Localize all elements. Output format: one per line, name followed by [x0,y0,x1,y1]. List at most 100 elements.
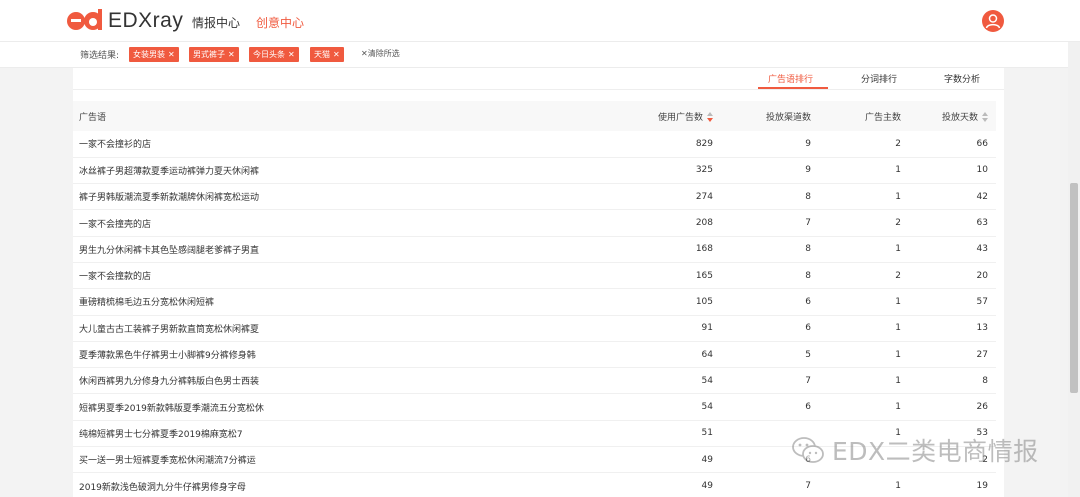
metric-cell: 57 [976,296,988,307]
column-header-sortable[interactable]: 使用广告数 [633,101,721,131]
metric-cell: 8 [982,375,988,386]
metric-cell: 1 [895,402,901,413]
scrollbar-thumb[interactable] [1070,183,1078,393]
metric-cell: 54 [701,375,713,386]
metric-cell: 105 [695,296,713,307]
metric-cell: 54 [701,402,713,413]
metric-cell: 9 [805,138,811,149]
metric-cell: 10 [976,165,988,176]
slogan-cell: 买一送一男士短裤夏季宽松休闲潮流7分裤运 [79,456,256,467]
metric-cell: 208 [695,218,713,229]
table-row[interactable]: 2019新款浅色破洞九分牛仔裤男修身字母 49 7 1 19 [73,473,996,497]
metric-cell: 1 [895,481,901,491]
metric-cell: 91 [701,323,713,334]
nav-creative-center[interactable]: 创意中心 [256,14,304,31]
column-header: 投放渠道数 [765,112,811,123]
metric-cell: 1 [895,375,901,386]
tab-char-count[interactable]: 字数分析 [944,72,980,85]
metric-cell: 165 [695,270,713,281]
slogan-cell: 一家不会撞壳的店 [79,219,152,230]
metric-cell: 19 [976,481,988,491]
table-row[interactable]: 大儿童古古工装裤子男新款直筒宽松休闲裤夏 91 6 1 13 [73,315,996,342]
metric-cell: 2 [895,270,901,281]
metric-cell: 64 [701,349,713,360]
slogan-cell: 2019新款浅色破洞九分牛仔裤男修身字母 [79,482,246,493]
watermark-text: EDX二类电商情报 [832,437,1039,466]
metric-cell: 168 [695,244,713,255]
metric-cell: 1 [895,296,901,307]
metric-cell: 8 [805,244,811,255]
table-row[interactable]: 一家不会撞款的店 165 8 2 20 [73,262,996,289]
slogan-cell: 重磅精梳棉毛边五分宽松休闲短裤 [79,298,215,309]
user-icon [985,14,1001,29]
close-icon: ✕ [361,49,368,58]
metric-cell: 7 [805,218,811,229]
tabs-divider [73,89,1004,90]
table-row[interactable]: 男生九分休闲裤卡其色坠感阔腿老爹裤子男直 168 8 1 43 [73,236,996,263]
metric-cell: 1 [895,349,901,360]
slogan-cell: 一家不会撞款的店 [79,272,152,283]
filter-tag[interactable]: 男式裤子 ✕ [189,47,239,62]
table-row[interactable]: 短裤男夏季2019新款韩版夏季潮流五分宽松休 54 6 1 26 [73,394,996,421]
slogan-cell: 夏季薄款黑色牛仔裤男士小脚裤9分裤修身韩 [79,351,256,362]
brand-name: EDXray [108,9,184,32]
slogan-cell: 冰丝裤子男超薄款夏季运动裤弹力夏天休闲裤 [79,166,260,177]
table-row[interactable]: 一家不会撞衫的店 829 9 2 66 [73,131,996,158]
logo-icon [67,9,102,30]
sort-desc-icon[interactable] [707,112,713,122]
remove-tag-icon[interactable]: ✕ [288,50,295,59]
metric-cell: 2 [895,218,901,229]
table-header-row: 广告语 使用广告数 投放渠道数 广告主数 投放天数 [73,101,996,131]
filter-bar: 筛选结果: 女装男装 ✕ 男式裤子 ✕ 今日头条 ✕ 天猫 ✕ ✕清除所选 [0,42,1080,68]
table-row[interactable]: 休闲西裤男九分修身九分裤韩版白色男士西装 54 7 1 8 [73,368,996,394]
metric-cell: 63 [976,218,988,229]
metric-cell: 9 [805,165,811,176]
slogan-cell: 一家不会撞衫的店 [79,140,152,151]
brand-logo[interactable]: EDXray [66,9,183,33]
metric-cell: 325 [695,165,713,176]
metric-cell: 6 [805,402,811,413]
metric-cell: 42 [976,191,988,202]
slogan-cell: 裤子男韩版潮流夏季新款潮牌休闲裤宽松运动 [79,193,260,204]
tab-slogan-ranking[interactable]: 广告语排行 [768,72,813,85]
wechat-icon [792,437,824,463]
sort-icon[interactable] [982,112,988,122]
metric-cell: 1 [895,244,901,255]
metric-cell: 20 [976,270,988,281]
metric-cell: 8 [805,191,811,202]
column-header-sortable[interactable]: 投放天数 [909,101,996,131]
column-header: 广告主数 [864,112,901,123]
metric-cell: 51 [701,428,713,439]
metric-cell: 8 [805,270,811,281]
metric-cell: 6 [805,296,811,307]
remove-tag-icon[interactable]: ✕ [228,50,235,59]
slogan-cell: 男生九分休闲裤卡其色坠感阔腿老爹裤子男直 [79,245,260,256]
user-avatar-icon[interactable] [982,10,1004,32]
column-header: 广告语 [79,112,107,123]
metric-cell: 5 [805,349,811,360]
metric-cell: 49 [701,481,713,491]
table-row[interactable]: 冰丝裤子男超薄款夏季运动裤弹力夏天休闲裤 325 9 1 10 [73,157,996,184]
remove-tag-icon[interactable]: ✕ [168,50,175,59]
metric-cell: 1 [895,323,901,334]
table-row[interactable]: 一家不会撞壳的店 208 7 2 63 [73,210,996,237]
metric-cell: 829 [695,138,713,149]
table-row[interactable]: 夏季薄款黑色牛仔裤男士小脚裤9分裤修身韩 64 5 1 27 [73,341,996,368]
table-row[interactable]: 重磅精梳棉毛边五分宽松休闲短裤 105 6 1 57 [73,289,996,316]
filter-tag[interactable]: 天猫 ✕ [310,47,344,62]
clear-filters-button[interactable]: ✕清除所选 [361,48,400,59]
filter-tag[interactable]: 女装男装 ✕ [129,47,179,62]
metric-cell: 7 [805,481,811,491]
metric-cell: 49 [701,454,713,465]
slogan-cell: 短裤男夏季2019新款韩版夏季潮流五分宽松休 [79,403,264,414]
top-header: EDXray 情报中心 创意中心 [0,0,1080,42]
tab-word-ranking[interactable]: 分词排行 [861,72,897,85]
metric-cell: 7 [805,375,811,386]
slogan-cell: 大儿童古古工装裤子男新款直筒宽松休闲裤夏 [79,324,260,335]
slogan-cell: 纯棉短裤男士七分裤夏季2019棉麻宽松7 [79,429,243,440]
metric-cell: 274 [695,191,713,202]
remove-tag-icon[interactable]: ✕ [333,50,340,59]
filter-tag[interactable]: 今日头条 ✕ [249,47,299,62]
nav-intel-center[interactable]: 情报中心 [192,14,240,31]
table-row[interactable]: 裤子男韩版潮流夏季新款潮牌休闲裤宽松运动 274 8 1 42 [73,184,996,210]
